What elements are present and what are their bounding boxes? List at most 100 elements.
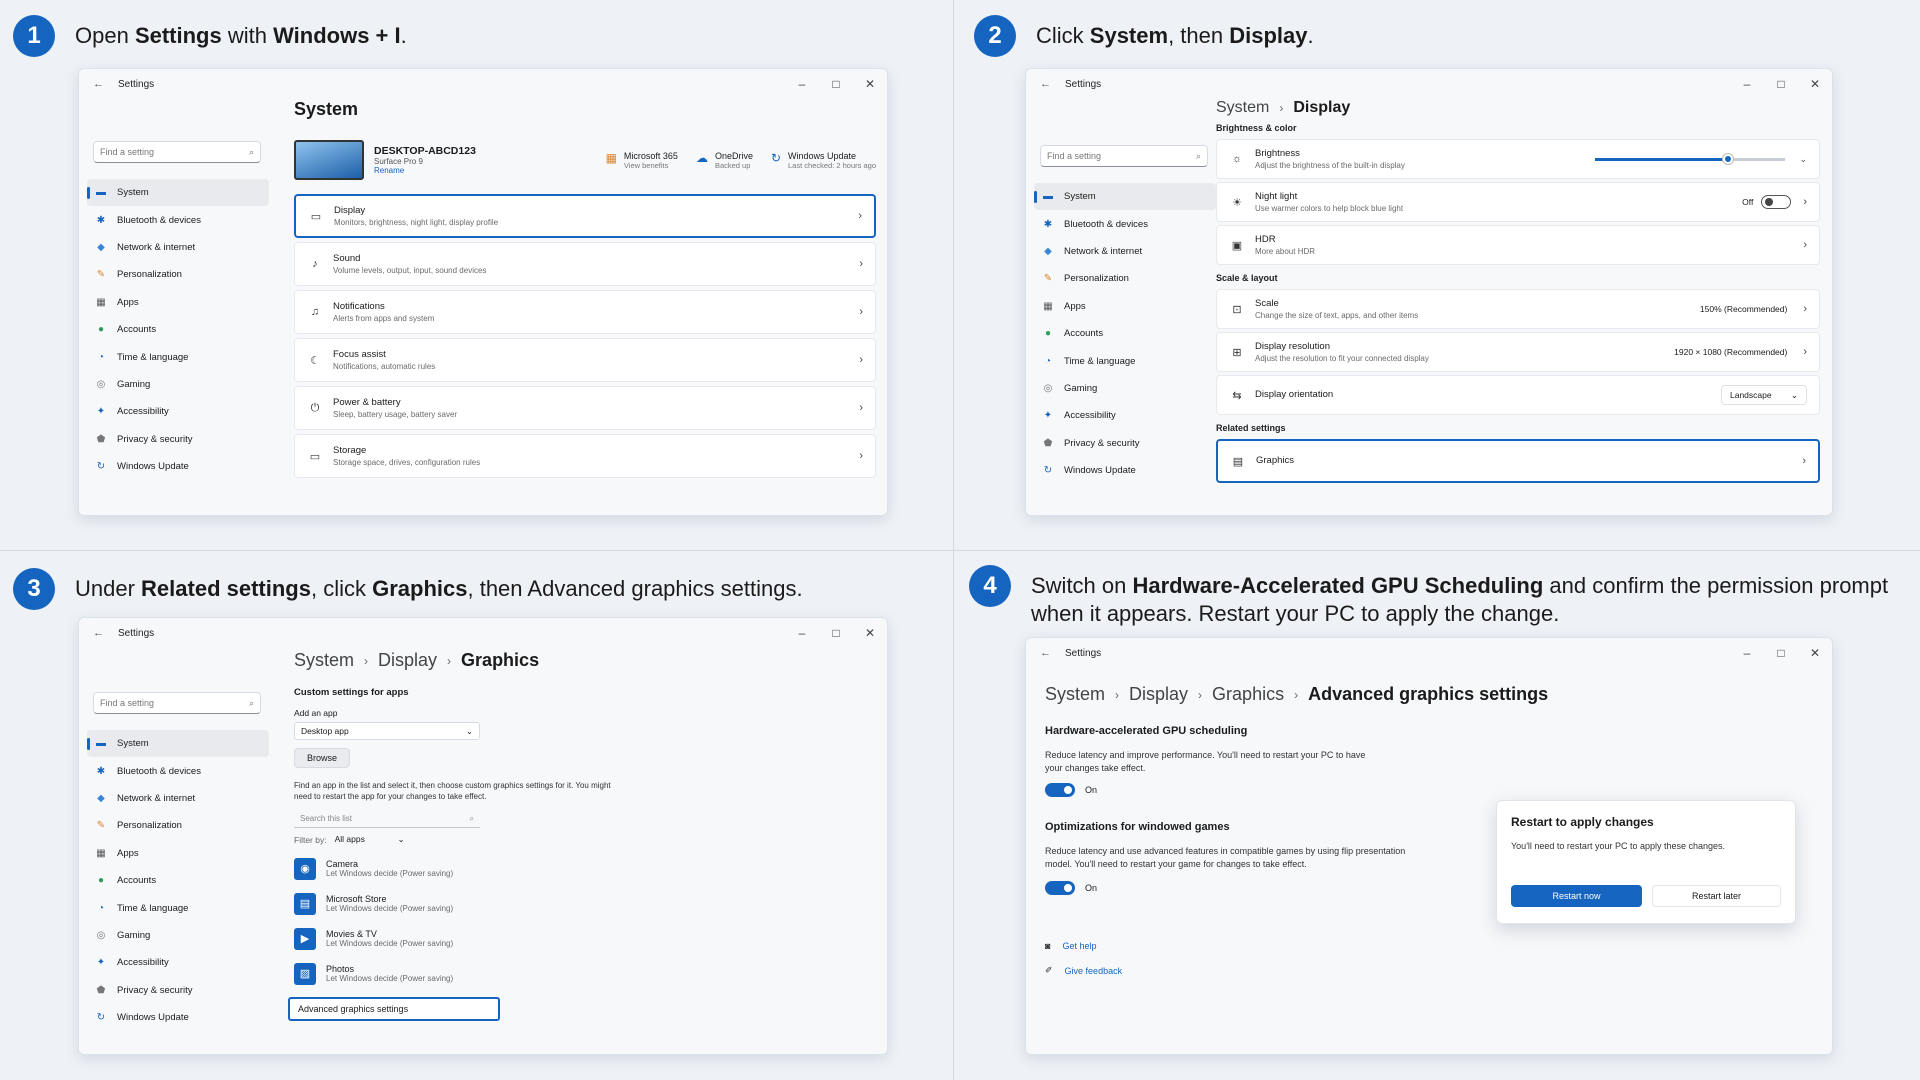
list-item[interactable]: ◉ Camera Let Windows decide (Power saving) bbox=[294, 851, 876, 886]
maximize-button[interactable]: □ bbox=[1764, 646, 1798, 660]
filter-dropdown[interactable]: All apps ⌄ bbox=[335, 834, 405, 845]
search-input[interactable]: Find a setting ⌕ bbox=[93, 141, 261, 163]
close-button[interactable]: ✕ bbox=[1798, 77, 1832, 91]
minimize-button[interactable]: – bbox=[1730, 77, 1764, 91]
card-display-resolution[interactable]: ⊞ Display resolution Adjust the resolution… bbox=[1216, 332, 1820, 372]
maximize-button[interactable]: □ bbox=[1764, 77, 1798, 91]
step-instruction: Switch on Hardware-Accelerated GPU Sched… bbox=[1031, 573, 1889, 626]
status-tile-microsoft-365[interactable]: ▦ Microsoft 365 View benefits bbox=[606, 151, 678, 170]
maximize-button[interactable]: □ bbox=[819, 626, 853, 640]
card-power-battery[interactable]: ⏻ Power & battery Sleep, battery usage, ba… bbox=[294, 386, 876, 430]
minimize-button[interactable]: – bbox=[1730, 646, 1764, 660]
sidebar-item-bluetooth-devices[interactable]: ✱ Bluetooth & devices bbox=[87, 757, 269, 784]
sidebar-item-time-language[interactable]: ◔ Time & language bbox=[1034, 347, 1216, 374]
card-hdr[interactable]: ▣ HDR More about HDR › bbox=[1216, 225, 1820, 265]
card-scale[interactable]: ⊡ Scale Change the size of text, apps, and… bbox=[1216, 289, 1820, 329]
close-button[interactable]: ✕ bbox=[853, 626, 887, 640]
sidebar-item-personalization[interactable]: ✎ Personalization bbox=[87, 812, 269, 839]
sidebar-item-windows-update[interactable]: ↻ Windows Update bbox=[1034, 457, 1216, 484]
card-display[interactable]: ▭ Display Monitors, brightness, night ligh… bbox=[294, 194, 876, 238]
list-item[interactable]: ▤ Microsoft Store Let Windows decide (Powe… bbox=[294, 886, 876, 921]
sidebar-item-personalization[interactable]: ✎ Personalization bbox=[87, 261, 269, 288]
sidebar-item-accounts[interactable]: ● Accounts bbox=[1034, 320, 1216, 347]
window-title: Settings bbox=[1065, 647, 1102, 659]
sidebar-item-network-internet[interactable]: ◆ Network & internet bbox=[87, 785, 269, 812]
sidebar-item-accounts[interactable]: ● Accounts bbox=[87, 316, 269, 343]
brightness-slider-thumb[interactable] bbox=[1723, 153, 1734, 164]
sidebar-item-network-internet[interactable]: ◆ Network & internet bbox=[1034, 238, 1216, 265]
sidebar-item-time-language[interactable]: ◔ Time & language bbox=[87, 894, 269, 921]
step-number-badge: 3 bbox=[13, 568, 55, 610]
custom-settings-heading: Custom settings for apps bbox=[294, 687, 409, 698]
list-item[interactable]: ▨ Photos Let Windows decide (Power saving) bbox=[294, 956, 876, 991]
chevron-right-icon: › bbox=[859, 258, 863, 270]
sidebar-item-time-language[interactable]: ◔ Time & language bbox=[87, 343, 269, 370]
orientation-dropdown[interactable]: Landscape ⌄ bbox=[1721, 385, 1807, 405]
back-arrow-icon[interactable]: ← bbox=[93, 78, 104, 90]
close-button[interactable]: ✕ bbox=[853, 77, 887, 91]
back-arrow-icon[interactable]: ← bbox=[1040, 78, 1051, 90]
search-input[interactable]: Find a setting ⌕ bbox=[93, 692, 261, 714]
settings-window-advanced-graphics: ← Settings – □ ✕ System › Display › Graphics › A… bbox=[1025, 637, 1833, 1055]
night-light-toggle[interactable] bbox=[1761, 195, 1792, 209]
card-focus-assist[interactable]: ☾ Focus assist Notifications, automatic ru… bbox=[294, 338, 876, 382]
sidebar-item-accounts[interactable]: ● Accounts bbox=[87, 867, 269, 894]
power-icon: ⏻ bbox=[310, 401, 320, 414]
sidebar-item-label: System bbox=[117, 187, 149, 199]
search-input[interactable]: Find a setting ⌕ bbox=[1040, 145, 1208, 167]
sidebar-item-system[interactable]: ▬ System bbox=[87, 730, 269, 758]
sidebar-item-privacy-security[interactable]: ⬟ Privacy & security bbox=[87, 977, 269, 1004]
sidebar-item-apps[interactable]: ▦ Apps bbox=[87, 840, 269, 867]
search-icon: ⌕ bbox=[248, 697, 254, 708]
sidebar-item-gaming[interactable]: ◎ Gaming bbox=[87, 922, 269, 949]
card-night-light[interactable]: ☀ Night light Use warmer colors to help bl… bbox=[1216, 182, 1820, 222]
advanced-graphics-settings-link[interactable]: Advanced graphics settings bbox=[288, 997, 500, 1021]
sidebar-item-accessibility[interactable]: ✦ Accessibility bbox=[1034, 402, 1216, 429]
minimize-button[interactable]: – bbox=[785, 626, 819, 640]
give-feedback-row[interactable]: ✐ Give feedback bbox=[1045, 965, 1825, 976]
card-sound[interactable]: ♪ Sound Volume levels, output, input, soun… bbox=[294, 242, 876, 286]
sidebar-item-accessibility[interactable]: ✦ Accessibility bbox=[87, 398, 269, 425]
hags-toggle[interactable] bbox=[1045, 783, 1075, 797]
back-arrow-icon[interactable]: ← bbox=[1040, 647, 1051, 659]
sidebar-item-system[interactable]: ▬ System bbox=[87, 179, 269, 207]
sidebar-item-gaming[interactable]: ◎ Gaming bbox=[1034, 375, 1216, 402]
maximize-button[interactable]: □ bbox=[819, 77, 853, 91]
sidebar-item-windows-update[interactable]: ↻ Windows Update bbox=[87, 453, 269, 480]
sidebar-item-apps[interactable]: ▦ Apps bbox=[87, 289, 269, 316]
search-list-input[interactable]: Search this list ⌕ bbox=[294, 810, 480, 828]
chevron-down-icon[interactable]: ⌄ bbox=[1799, 154, 1807, 165]
sidebar-item-bluetooth-devices[interactable]: ✱ Bluetooth & devices bbox=[87, 206, 269, 233]
more-about-hdr-link[interactable]: More about HDR bbox=[1255, 246, 1315, 257]
status-tile-onedrive[interactable]: ☁ OneDrive Backed up bbox=[696, 151, 753, 170]
sidebar-item-network-internet[interactable]: ◆ Network & internet bbox=[87, 234, 269, 261]
section-scale-layout: Scale & layout bbox=[1216, 273, 1278, 283]
windowed-games-toggle[interactable] bbox=[1045, 881, 1075, 895]
sidebar-item-bluetooth-devices[interactable]: ✱ Bluetooth & devices bbox=[1034, 210, 1216, 237]
restart-now-button[interactable]: Restart now bbox=[1511, 885, 1642, 907]
search-icon: ⌕ bbox=[1195, 150, 1201, 161]
sidebar-item-windows-update[interactable]: ↻ Windows Update bbox=[87, 1004, 269, 1031]
restart-later-button[interactable]: Restart later bbox=[1651, 885, 1781, 907]
sidebar-item-label: Bluetooth & devices bbox=[1064, 218, 1148, 230]
minimize-button[interactable]: – bbox=[785, 77, 819, 91]
card-storage[interactable]: ▭ Storage Storage space, drives, configura… bbox=[294, 434, 876, 478]
sidebar-item-accessibility[interactable]: ✦ Accessibility bbox=[87, 949, 269, 976]
list-item[interactable]: ▶ Movies & TV Let Windows decide (Power sa… bbox=[294, 921, 876, 956]
sidebar-item-apps[interactable]: ▦ Apps bbox=[1034, 293, 1216, 320]
sidebar-item-system[interactable]: ▬ System bbox=[1034, 183, 1216, 211]
sidebar-item-gaming[interactable]: ◎ Gaming bbox=[87, 371, 269, 398]
sidebar-item-privacy-security[interactable]: ⬟ Privacy & security bbox=[87, 426, 269, 453]
card-notifications[interactable]: ♫ Notifications Alerts from apps and syste… bbox=[294, 290, 876, 334]
browse-button[interactable]: Browse bbox=[294, 748, 350, 768]
sidebar-item-personalization[interactable]: ✎ Personalization bbox=[1034, 265, 1216, 292]
sidebar-item-privacy-security[interactable]: ⬟ Privacy & security bbox=[1034, 430, 1216, 457]
brightness-slider[interactable] bbox=[1595, 153, 1786, 164]
rename-link[interactable]: Rename bbox=[374, 166, 544, 175]
status-tile-windows-update[interactable]: ↻ Windows Update Last checked: 2 hours ago bbox=[771, 151, 876, 170]
close-button[interactable]: ✕ bbox=[1798, 646, 1832, 660]
app-type-dropdown[interactable]: Desktop app ⌄ bbox=[294, 722, 480, 740]
card-graphics[interactable]: ▤ Graphics › bbox=[1216, 439, 1820, 483]
get-help-row[interactable]: ◙ Get help bbox=[1045, 941, 1825, 951]
back-arrow-icon[interactable]: ← bbox=[93, 627, 104, 639]
